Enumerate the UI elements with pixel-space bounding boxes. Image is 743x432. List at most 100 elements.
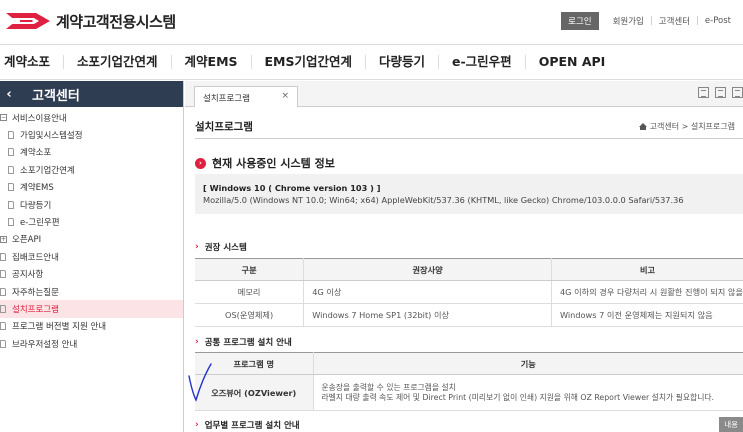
top-links: 로그인 회원가입 | 고객센터 | e-Post xyxy=(561,12,737,30)
nav-contract-parcel[interactable]: 계약소포 xyxy=(0,55,65,69)
sidebar-item-faq[interactable]: 자주하는질문 xyxy=(0,283,183,300)
subsection-common-programs: › 공통 프로그램 설치 안내 xyxy=(195,336,292,348)
sidebar-item-contract-parcel[interactable]: 계약소포 xyxy=(0,144,183,161)
signup-link[interactable]: 회원가입 xyxy=(607,15,650,27)
subsection-title: 공통 프로그램 설치 안내 xyxy=(204,338,292,348)
nav-bulk-registered[interactable]: 다량등기 xyxy=(366,55,440,69)
common-programs-table: 프로그램 명 기능 오즈뷰어 (OZViewer) 운송장을 출력할 수 있는 … xyxy=(195,352,743,411)
sidebar-item-version-support[interactable]: 프로그램 버전별 지원 안내 xyxy=(0,318,183,335)
chevron-right-icon: › xyxy=(195,420,199,430)
os-browser-info: [ Windows 10 ( Chrome version 103 ) ] xyxy=(203,183,381,193)
table-row: 메모리 4G 이상 4G 이하의 경우 다량처리 시 원활한 진행이 되지 않을 xyxy=(195,280,743,304)
sidebar-item-label: 서비스이용안내 xyxy=(12,113,67,124)
recommended-system-table: 구분 권장사양 비고 메모리 4G 이상 4G 이하의 경우 다량처리 시 원활… xyxy=(195,258,743,327)
table-cell: Windows 7 이전 운영체제는 지원되지 않음 xyxy=(551,303,743,327)
section-title-system-info: › 현재 사용중인 시스템 정보 xyxy=(195,155,335,171)
subsection-title: 업무별 프로그램 설치 안내 xyxy=(204,421,300,431)
table-row: OS(운영체제) Windows 7 Home SP1 (32bit) 이상 W… xyxy=(195,303,743,327)
sidebar-item-browser-settings[interactable]: 브라우저설정 안내 xyxy=(0,335,183,352)
section-title-text: 현재 사용중인 시스템 정보 xyxy=(212,157,335,170)
sidebar-item-label: 브라우저설정 안내 xyxy=(12,339,78,350)
sidebar-item-notices[interactable]: 공지사항 xyxy=(0,266,183,283)
program-name-cell[interactable]: 오즈뷰어 (OZViewer) xyxy=(195,374,314,411)
table-header: 프로그램 명 xyxy=(195,352,314,375)
window-view-icon[interactable] xyxy=(732,87,743,98)
table-row: 오즈뷰어 (OZViewer) 운송장을 출력할 수 있는 프로그램을 설치 라… xyxy=(195,374,743,411)
content-button[interactable]: 내용 xyxy=(719,417,743,432)
sidebar-item-label: 설치프로그램 xyxy=(12,304,59,315)
sidebar-item-label: e-그린우편 xyxy=(20,218,60,229)
expand-icon[interactable]: + xyxy=(0,235,7,243)
divider xyxy=(195,138,743,139)
subsection-title: 권장 시스템 xyxy=(204,243,247,253)
chevron-right-icon: › xyxy=(195,242,199,252)
sidebar-item-service-guide[interactable]: − 서비스이용안내 xyxy=(0,109,183,126)
list-view-icon[interactable] xyxy=(698,87,709,98)
table-header: 기능 xyxy=(313,352,743,375)
sidebar-item-label: 자주하는질문 xyxy=(12,287,59,298)
chevron-left-icon[interactable]: ‹ xyxy=(0,81,18,107)
table-cell: OS(운영체제) xyxy=(195,303,305,327)
sidebar: ‹ 고객센터 − 서비스이용안내 가입및시스템설정 계약소포 소포기업간연계 계약… xyxy=(0,81,184,432)
document-icon xyxy=(0,304,6,313)
header: 계약고객전용시스템 로그인 회원가입 | 고객센터 | e-Post xyxy=(0,0,743,44)
nav-ems-b2b[interactable]: EMS기업간연계 xyxy=(252,55,366,69)
table-cell: 메모리 xyxy=(195,280,305,304)
document-icon xyxy=(0,287,6,296)
collapse-icon[interactable]: − xyxy=(0,114,7,122)
table-header: 구분 xyxy=(195,258,305,281)
sidebar-item-e-green-mail[interactable]: e-그린우편 xyxy=(0,213,183,230)
home-icon[interactable] xyxy=(638,122,647,130)
chevron-right-icon: › xyxy=(195,337,199,347)
document-icon xyxy=(8,148,14,157)
document-icon xyxy=(8,183,14,192)
sidebar-header: ‹ 고객센터 xyxy=(0,81,183,107)
breadcrumb: 고객센터 > 설치프로그램 xyxy=(638,121,735,132)
sidebar-item-label: 공지사항 xyxy=(12,270,44,281)
sidebar-item-open-api[interactable]: + 오픈API xyxy=(0,231,183,248)
sidebar-item-label: 소포기업간연계 xyxy=(20,165,75,176)
main-nav: 계약소포 소포기업간연계 계약EMS EMS기업간연계 다량등기 e-그린우편 … xyxy=(0,44,743,80)
tab-bar: 설치프로그램 × xyxy=(185,81,743,107)
sidebar-item-contract-ems[interactable]: 계약EMS xyxy=(0,179,183,196)
sidebar-item-delivery-code[interactable]: 집배코드안내 xyxy=(0,248,183,265)
document-icon xyxy=(8,200,14,209)
sidebar-item-bulk-registered[interactable]: 다량등기 xyxy=(0,196,183,213)
grid-view-icon[interactable] xyxy=(715,87,726,98)
nav-open-api[interactable]: OPEN API xyxy=(526,55,619,69)
document-icon xyxy=(8,165,14,174)
logo-text: 계약고객전용시스템 xyxy=(56,12,176,31)
epost-link[interactable]: e-Post xyxy=(699,16,737,26)
tab-install-programs[interactable]: 설치프로그램 × xyxy=(194,86,298,107)
sidebar-item-install-programs[interactable]: 설치프로그램 xyxy=(0,300,183,318)
logo-mark-icon xyxy=(6,13,50,29)
function-line: 운송장을 출력할 수 있는 프로그램을 설치 xyxy=(321,382,456,392)
breadcrumb-text: 고객센터 > 설치프로그램 xyxy=(649,122,735,131)
sidebar-item-label: 집배코드안내 xyxy=(12,252,59,263)
subsection-recommended: › 권장 시스템 xyxy=(195,241,247,253)
document-icon xyxy=(0,270,6,279)
view-icons xyxy=(692,87,743,98)
sidebar-item-signup-settings[interactable]: 가입및시스템설정 xyxy=(0,126,183,143)
nav-e-green-mail[interactable]: e-그린우편 xyxy=(439,55,526,69)
table-cell: 4G 이하의 경우 다량처리 시 원활한 진행이 되지 않을 xyxy=(551,280,743,304)
main-content: 설치프로그램 고객센터 > 설치프로그램 › 현재 사용중인 시스템 정보 [ … xyxy=(185,107,743,432)
sidebar-item-label: 계약소포 xyxy=(20,148,52,159)
table-cell: 4G 이상 xyxy=(303,280,552,304)
nav-contract-ems[interactable]: 계약EMS xyxy=(172,55,252,69)
close-icon[interactable]: × xyxy=(281,91,289,101)
tab-label: 설치프로그램 xyxy=(203,94,250,104)
sidebar-tree: − 서비스이용안내 가입및시스템설정 계약소포 소포기업간연계 계약EMS 다량등… xyxy=(0,107,183,352)
customer-center-link[interactable]: 고객센터 xyxy=(653,15,696,27)
page-title: 설치프로그램 xyxy=(195,121,253,133)
sidebar-item-parcel-b2b[interactable]: 소포기업간연계 xyxy=(0,161,183,178)
sidebar-item-label: 가입및시스템설정 xyxy=(20,131,83,142)
sidebar-item-label: 오픈API xyxy=(12,235,42,246)
document-icon xyxy=(0,322,6,331)
logo[interactable]: 계약고객전용시스템 xyxy=(6,9,176,33)
system-info-box: [ Windows 10 ( Chrome version 103 ) ] Mo… xyxy=(195,174,743,214)
function-line: 라벨지 대량 출력 속도 제어 및 Direct Print (미리보기 없이 … xyxy=(321,392,715,402)
nav-parcel-b2b[interactable]: 소포기업간연계 xyxy=(64,55,172,69)
sidebar-item-label: 프로그램 버전별 지원 안내 xyxy=(12,322,107,333)
login-button[interactable]: 로그인 xyxy=(561,12,599,30)
